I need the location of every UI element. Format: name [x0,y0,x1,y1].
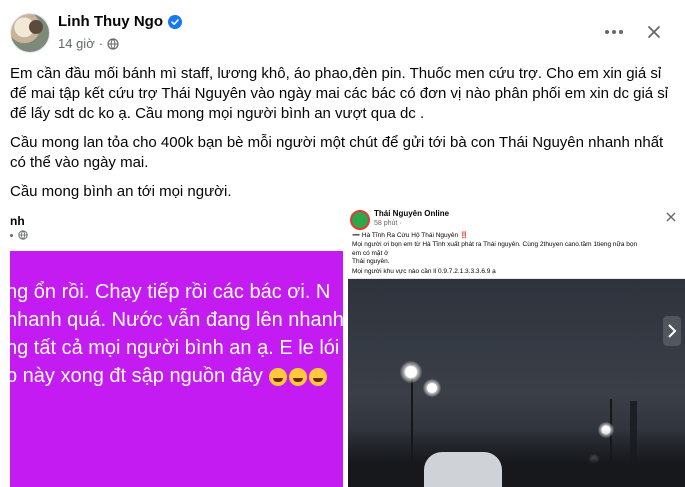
embedded-post-card: Thái Nguyên Online 58 phút · ➖ Hà Tĩnh R… [348,206,685,279]
crying-face-icon [288,367,307,386]
author-name-row: Linh Thuy Ngo [58,13,182,30]
meta-separator: · [98,36,104,51]
author-name[interactable]: Linh Thuy Ngo [58,13,163,30]
post-timestamp[interactable]: 14 giờ [58,36,95,51]
street-lamp [400,361,422,383]
author-avatar[interactable] [10,13,50,53]
embedded-line: Mọi người ơi bọn em từ Hà Tĩnh xuất phát… [352,241,638,248]
more-dot-icon [619,30,623,34]
ground-silhouette [348,429,685,487]
close-icon [648,26,660,38]
page-logo [350,210,370,230]
verified-badge-icon [167,14,182,29]
rescue-boat [424,452,502,487]
post-paragraph: Cầu mong bình an tới mọi người. [10,183,232,200]
post-paragraph: Em cần đầu mối bánh mì staff, lương khô,… [10,65,669,122]
post-paragraph: Cầu mong lan tỏa cho 400k bạn bè mỗi ngư… [10,134,664,171]
close-button[interactable] [642,20,666,44]
more-options-button[interactable] [600,22,628,42]
post-body: Em cần đầu mối bánh mì staff, lương khô,… [10,64,680,211]
story-line: ng tất cả mọi người bình an ạ. E le lói [10,337,340,359]
post-header: Linh Thuy Ngo 14 giờ · [0,0,685,60]
crying-face-icon [268,367,287,386]
more-dot-icon [612,30,616,34]
story-line: nhanh quá. Nước vẫn đang lên nhanh [10,309,343,331]
embedded-line: Mọi người khu vực nào cần ll 0.9.7.2.1.3… [352,268,496,275]
close-icon [666,212,676,222]
story-text: ng ổn rồi. Chạy tiếp rồi các bác ơi. N n… [10,278,343,390]
night-scene [348,279,685,487]
embedded-page-name: Thái Nguyên Online [374,209,450,218]
story-header-strip: nh [10,206,343,251]
embedded-page-time: 58 phút · [374,220,402,227]
embedded-line: ➖ Hà Tĩnh Ra Cứu Hộ Thái Nguyên ‼️ [352,232,469,239]
story-line-text: p này xong đt sập nguồn đây [10,365,263,387]
next-image-arrow-icon[interactable] [663,316,681,346]
story-line-last: p này xong đt sập nguồn đây [10,362,343,390]
meta-dot-icon [10,233,13,237]
globe-icon [18,230,28,240]
post-media: nh ng ổn rồi. Chạy tiếp rồi các bác ơi. … [10,206,685,487]
post-meta: 14 giờ · [58,36,119,51]
crying-face-icon [308,367,327,386]
story-screenshot-image[interactable]: nh ng ổn rồi. Chạy tiếp rồi các bác ơi. … [10,206,343,487]
emoji-row [268,367,327,386]
rescue-post-image[interactable]: Thái Nguyên Online 58 phút · ➖ Hà Tĩnh R… [348,206,685,487]
more-dot-icon [605,30,609,34]
embedded-line: Thái nguyên. [352,258,390,265]
story-line: ng ổn rồi. Chạy tiếp rồi các bác ơi. N [10,281,331,303]
story-meta [10,230,28,240]
globe-icon[interactable] [107,37,119,50]
story-author-fragment: nh [10,214,25,228]
street-lamp [423,379,441,397]
